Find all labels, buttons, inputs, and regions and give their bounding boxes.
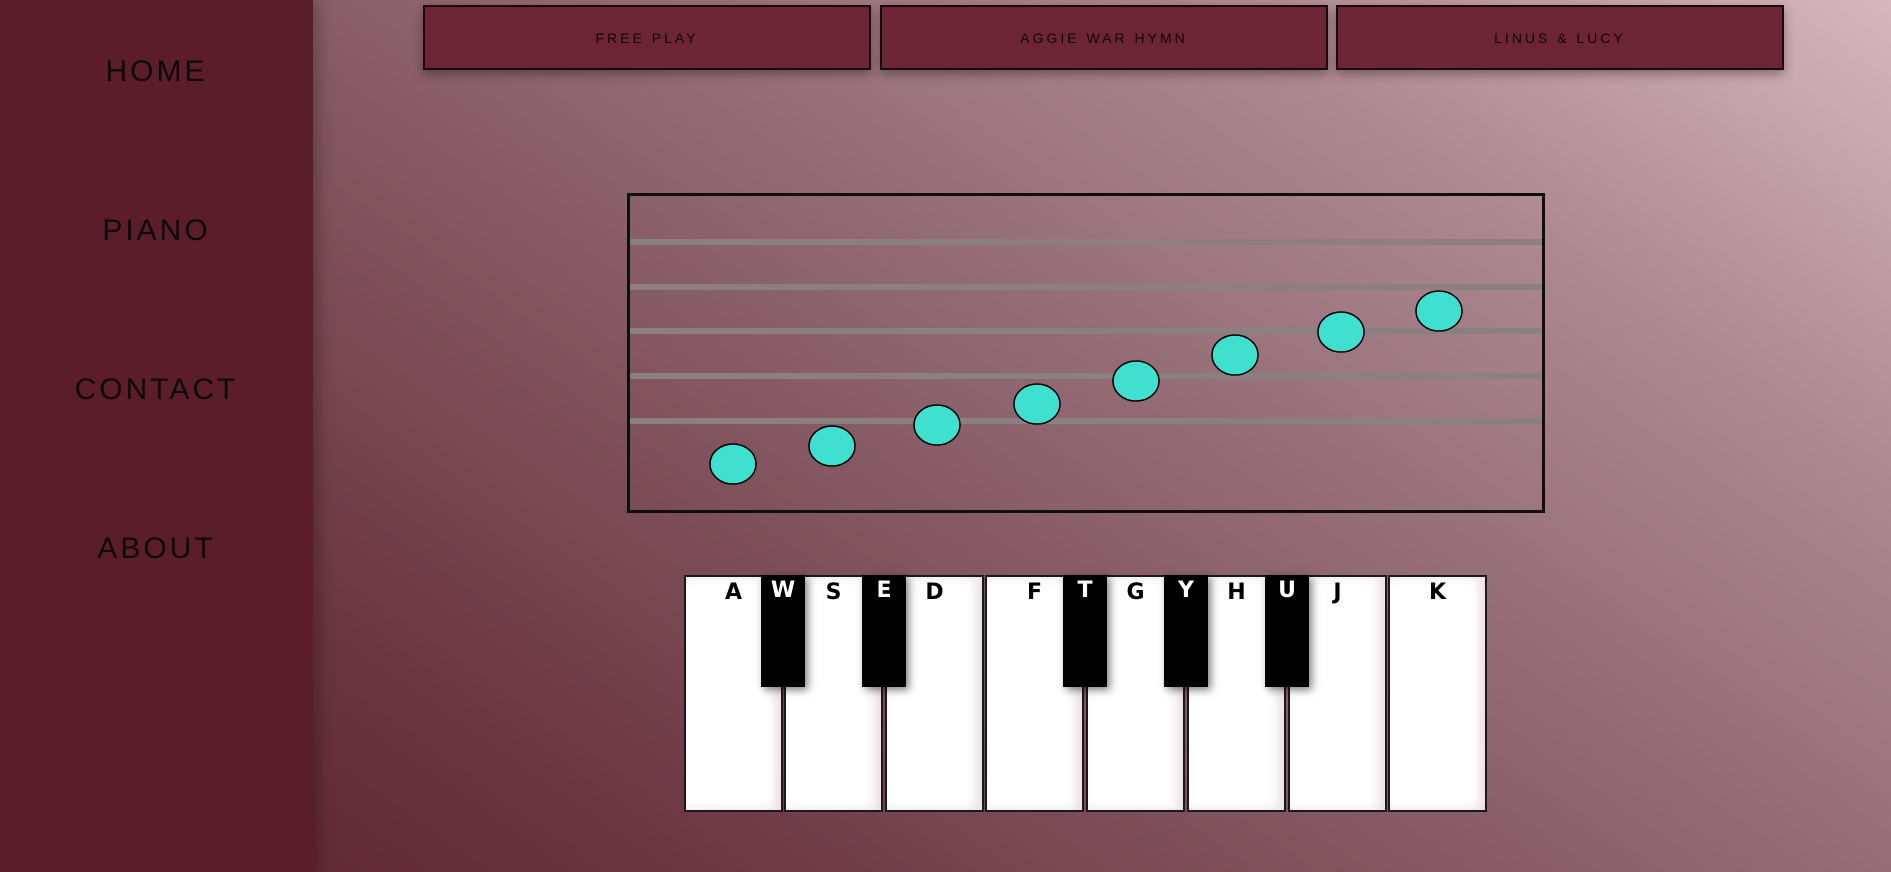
black-key-e[interactable]: E [862, 575, 906, 687]
key-label: K [1428, 580, 1447, 605]
black-key-y[interactable]: Y [1164, 575, 1208, 687]
white-key-k[interactable]: K [1388, 575, 1487, 812]
free-play-button[interactable]: FREE PLAY [423, 5, 871, 70]
note-head [1211, 334, 1259, 376]
nav-piano[interactable]: PIANO [0, 214, 313, 248]
aggie-war-hymn-button[interactable]: AGGIE WAR HYMN [880, 5, 1328, 70]
music-staff [627, 193, 1545, 513]
sidebar: HOME PIANO CONTACT ABOUT [0, 0, 313, 872]
nav-home[interactable]: HOME [0, 55, 313, 89]
note-head [1112, 360, 1160, 402]
note-head [1415, 290, 1463, 332]
piano-keyboard: A S D F G H J K W E T Y U [684, 575, 1488, 812]
nav-contact[interactable]: CONTACT [0, 373, 313, 407]
key-label: E [876, 578, 892, 603]
black-key-u[interactable]: U [1265, 575, 1309, 687]
note-head [1013, 383, 1061, 425]
note-head [913, 404, 961, 446]
linus-and-lucy-button[interactable]: LINUS & LUCY [1336, 5, 1784, 70]
key-label: W [770, 578, 796, 603]
note-head [1317, 311, 1365, 353]
staff-svg [630, 239, 1542, 485]
key-label: U [1278, 578, 1296, 603]
note-head [709, 443, 757, 485]
nav-about[interactable]: ABOUT [0, 532, 313, 566]
note-head [808, 425, 856, 467]
key-label: T [1077, 578, 1093, 603]
key-label: Y [1178, 578, 1194, 603]
black-key-w[interactable]: W [761, 575, 805, 687]
black-key-t[interactable]: T [1063, 575, 1107, 687]
